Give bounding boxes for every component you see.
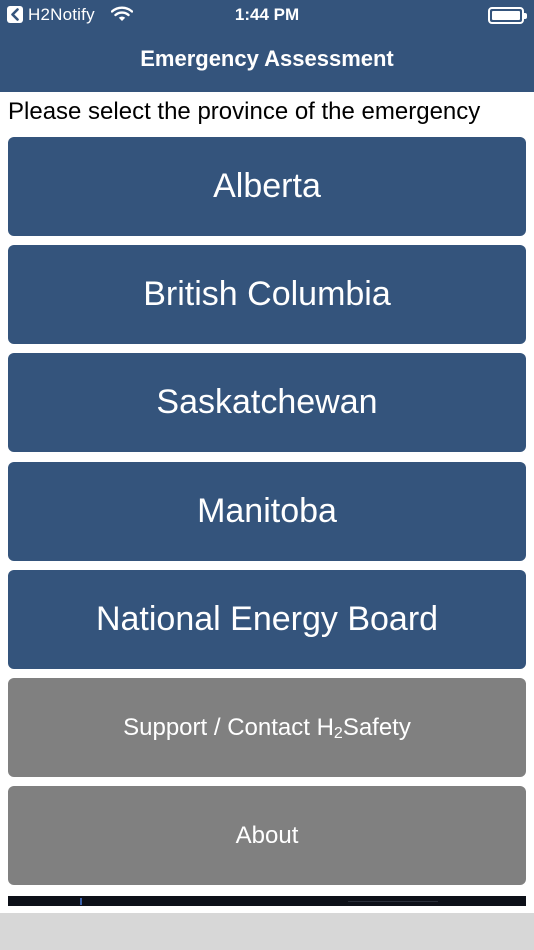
bottom-bar xyxy=(0,913,534,950)
support-contact-button[interactable]: Support / Contact H 2 Safety xyxy=(8,678,526,777)
province-button-national-energy-board[interactable]: National Energy Board xyxy=(8,570,526,669)
top-bar: H2Notify 1:44 PM Emergency Assessment xyxy=(0,0,534,92)
province-button-manitoba[interactable]: Manitoba xyxy=(8,462,526,561)
battery-icon xyxy=(488,7,527,24)
support-label-suffix: Safety xyxy=(342,713,411,741)
status-time: 1:44 PM xyxy=(234,5,300,24)
support-label-subscript: 2 xyxy=(333,724,343,742)
province-button-alberta[interactable]: Alberta xyxy=(8,137,526,236)
province-button-british-columbia[interactable]: British Columbia xyxy=(8,245,526,344)
page-title: Emergency Assessment xyxy=(140,46,394,71)
banner-image xyxy=(8,896,526,906)
about-button[interactable]: About xyxy=(8,786,526,885)
province-button-saskatchewan[interactable]: Saskatchewan xyxy=(8,353,526,452)
province-prompt: Please select the province of the emerge… xyxy=(8,98,481,125)
status-bar: H2Notify 1:44 PM xyxy=(0,0,534,30)
support-label-prefix: Support / Contact H xyxy=(123,713,334,741)
